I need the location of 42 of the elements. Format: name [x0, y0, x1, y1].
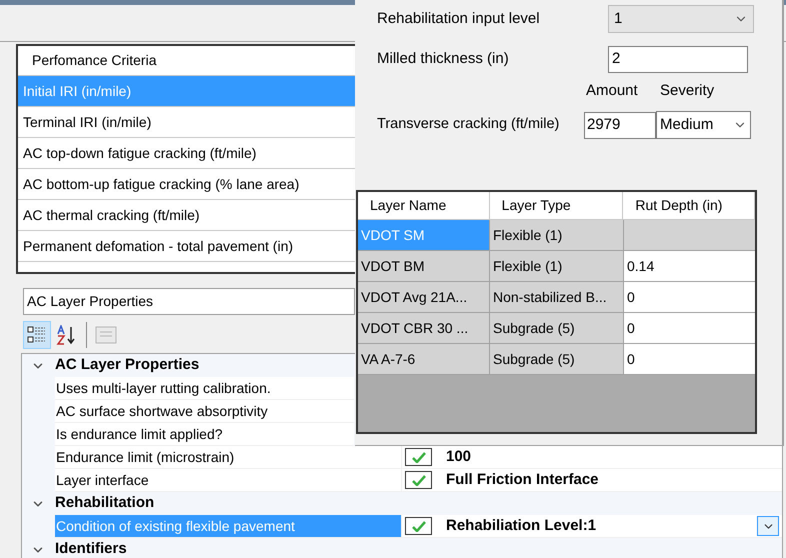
property-selector[interactable]: AC Layer Properties — [23, 288, 355, 315]
field-label: Transverse cracking (ft/mile) — [377, 115, 560, 134]
input-field[interactable]: 2979 — [584, 112, 656, 138]
table-cell[interactable]: 0 — [624, 344, 755, 375]
table-cell: Flexible (1) — [490, 220, 624, 251]
property-label[interactable]: Uses multi-layer rutting calibration. — [55, 377, 354, 400]
property-value: Full Friction Interface — [446, 470, 599, 490]
table-cell[interactable]: 0 — [624, 282, 755, 313]
check-icon — [412, 474, 426, 486]
check-icon — [412, 452, 426, 462]
category-label: AC Layer Properties — [55, 355, 200, 376]
category-label: Identifiers — [55, 539, 127, 558]
property-label[interactable]: Layer interface — [55, 469, 401, 492]
table-cell[interactable]: VA A-7-6 — [358, 344, 490, 375]
property-value: 100 — [446, 446, 472, 467]
property-label[interactable]: AC surface shortwave absorptivity — [55, 400, 354, 423]
checkbox[interactable] — [405, 471, 432, 489]
column-label: Amount — [586, 80, 639, 101]
table-cell[interactable]: 0.14 — [624, 251, 755, 282]
table-cell: Non-stabilized B... — [490, 282, 624, 313]
input-level-dropdown[interactable]: 1 — [608, 5, 754, 33]
field-label: Milled thickness (in) — [377, 49, 510, 70]
table-cell[interactable]: VDOT BM — [358, 251, 490, 282]
checkbox[interactable] — [405, 517, 432, 535]
categorized-view-icon[interactable] — [23, 321, 51, 349]
check-icon — [412, 520, 426, 532]
dropdown-button[interactable] — [757, 516, 779, 536]
table-cell[interactable]: 0 — [624, 313, 755, 344]
table-cell: Subgrade (5) — [490, 313, 624, 344]
table-cell[interactable]: VDOT Avg 21A... — [358, 282, 490, 313]
table-cell: Flexible (1) — [490, 251, 624, 282]
input-field[interactable]: 2 — [608, 46, 748, 73]
property-label[interactable]: Endurance limit (microstrain) — [55, 446, 401, 469]
category-label: Rehabilitation — [55, 493, 154, 514]
table-cell[interactable]: VDOT CBR 30 ... — [358, 313, 490, 344]
field-label: Rehabilitation input level — [377, 8, 541, 29]
table-cell: Subgrade (5) — [490, 344, 624, 375]
property-label[interactable]: Is endurance limit applied? — [55, 423, 354, 446]
property-value: Rehabiliation Level:1 — [446, 516, 596, 536]
checkbox[interactable] — [405, 448, 432, 466]
severity-dropdown[interactable]: Medium — [656, 111, 751, 139]
column-label: Severity — [660, 80, 714, 101]
